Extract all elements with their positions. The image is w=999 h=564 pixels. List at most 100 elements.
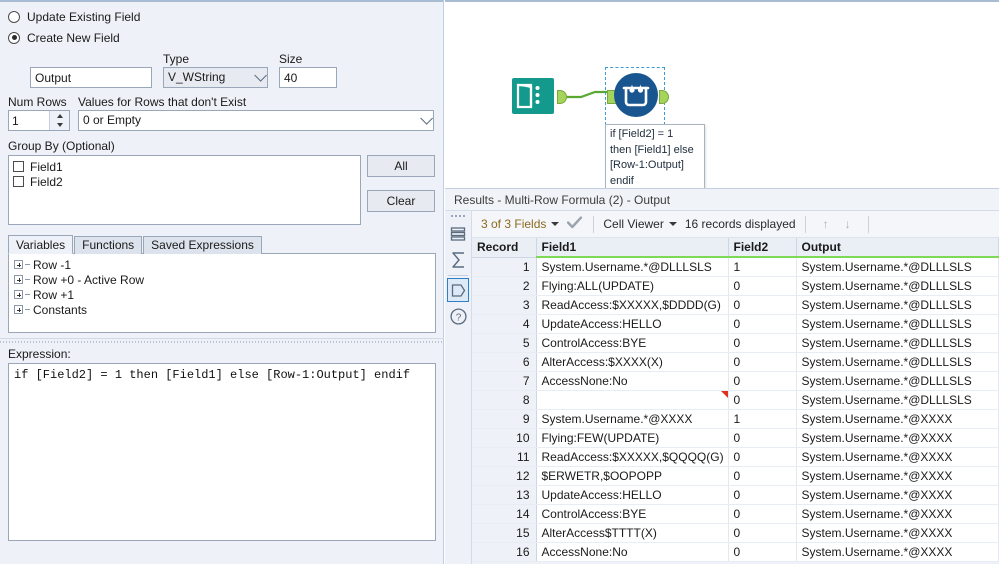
cell-field1[interactable]: UpdateAccess:HELLO [536, 314, 729, 334]
cell-field1[interactable]: ReadAccess:$XXXXX,$QQQQ(G) [536, 447, 729, 467]
tree-item-constants[interactable]: Constants [14, 302, 430, 317]
cell-output[interactable]: System.Username.*@DLLLSLS [796, 314, 999, 334]
table-row[interactable]: 9 System.Username.*@XXXX 1 System.Username.… [472, 409, 999, 429]
table-row[interactable]: 11 ReadAccess:$XXXXX,$QQQQ(G) 0 System.User… [472, 447, 999, 467]
cell-field2[interactable]: 0 [728, 466, 797, 486]
text-input-node[interactable] [511, 74, 555, 121]
tree-item-row-0-active[interactable]: Row +0 - Active Row [14, 272, 430, 287]
help-icon[interactable]: ? [447, 304, 469, 328]
cell-field1[interactable]: $ERWETR,$OOPOPP [536, 466, 729, 486]
cell-field2[interactable]: 1 [728, 257, 797, 277]
cell-field2[interactable]: 0 [728, 447, 797, 467]
num-rows-stepper[interactable] [8, 110, 70, 131]
table-row[interactable]: 4 UpdateAccess:HELLO 0 System.Username.*@DL… [472, 314, 999, 334]
cell-field1[interactable]: Flying:FEW(UPDATE) [536, 428, 729, 448]
group-by-item-field2[interactable]: Field2 [13, 174, 356, 189]
cell-field1[interactable]: System.Username.*@DLLLSLS [536, 257, 729, 277]
cell-field2[interactable]: 0 [728, 523, 797, 543]
cell-field1[interactable]: ControlAccess:BYE [536, 333, 729, 353]
cell-output[interactable]: System.Username.*@DLLLSLS [796, 295, 999, 315]
num-rows-decrement[interactable] [50, 121, 69, 131]
cell-field2[interactable]: 1 [728, 409, 797, 429]
cell-field2[interactable]: 0 [728, 485, 797, 505]
table-row[interactable]: 7 AccessNone:No 0 System.Username.*@DLLLSLS [472, 371, 999, 391]
results-table[interactable]: Record Field1 Field2 Output 1 System.User… [472, 238, 999, 562]
panel-splitter[interactable] [0, 338, 444, 343]
cell-field2[interactable]: 0 [728, 428, 797, 448]
table-row[interactable]: 5 ControlAccess:BYE 0 System.Username.*@DLL… [472, 333, 999, 353]
num-rows-increment[interactable] [50, 111, 69, 121]
data-pentagon-icon[interactable] [447, 278, 469, 302]
cell-output[interactable]: System.Username.*@XXXX [796, 466, 999, 486]
cell-output[interactable]: System.Username.*@XXXX [796, 428, 999, 448]
table-row[interactable]: 15 AlterAccess$TTTT(X) 0 System.Username.*@… [472, 523, 999, 543]
table-row[interactable]: 1 System.Username.*@DLLLSLS 1 System.Userna… [472, 257, 999, 277]
group-by-item-field1[interactable]: Field1 [13, 159, 356, 174]
table-row[interactable]: 8 0 System.Username.*@DLLLSLS [472, 390, 999, 410]
radio-create-new-field[interactable]: Create New Field [8, 27, 435, 48]
workflow-canvas[interactable]: if [Field2] = 1 then [Field1] else [Row-… [445, 0, 999, 190]
sigma-sum-icon[interactable] [447, 248, 469, 272]
tab-variables[interactable]: Variables [8, 235, 74, 254]
new-field-name-input[interactable] [30, 67, 152, 88]
fields-count-label[interactable]: 3 of 3 Fields [481, 217, 546, 231]
cell-output[interactable]: System.Username.*@XXXX [796, 523, 999, 543]
table-row[interactable]: 2 Flying:ALL(UPDATE) 0 System.Username.*@DL… [472, 276, 999, 296]
fields-dropdown-caret-icon[interactable] [551, 222, 560, 226]
cell-viewer-label[interactable]: Cell Viewer [603, 217, 663, 231]
cell-field2[interactable]: 0 [728, 295, 797, 315]
radio-update-existing-field[interactable]: Update Existing Field [8, 6, 435, 27]
table-row[interactable]: 14 ControlAccess:BYE 0 System.Username.*@XX… [472, 504, 999, 524]
radio-create-new-field-dot[interactable] [8, 31, 20, 44]
num-rows-input[interactable] [9, 111, 49, 130]
column-header-output[interactable]: Output [796, 238, 999, 258]
values-missing-rows-dropdown[interactable]: 0 or Empty [78, 110, 434, 131]
column-header-field2[interactable]: Field2 [728, 238, 797, 258]
cell-field2[interactable]: 0 [728, 371, 797, 391]
cell-field1[interactable]: AlterAccess$TTTT(X) [536, 523, 729, 543]
tab-functions[interactable]: Functions [74, 236, 143, 254]
table-row[interactable]: 16 AccessNone:No 0 System.Username.*@XXXX [472, 542, 999, 562]
cell-viewer-caret-icon[interactable] [668, 222, 677, 226]
cell-field2[interactable]: 0 [728, 352, 797, 372]
scroll-up-arrow-icon[interactable]: ↑ [815, 217, 837, 231]
cell-output[interactable]: System.Username.*@XXXX [796, 485, 999, 505]
tree-item-row-minus-1[interactable]: Row -1 [14, 257, 430, 272]
cell-field1[interactable]: ReadAccess:$XXXXX,$DDDD(G) [536, 295, 729, 315]
cell-output[interactable]: System.Username.*@DLLLSLS [796, 333, 999, 353]
checkbox-field2[interactable] [13, 176, 24, 187]
cell-field1[interactable]: System.Username.*@XXXX [536, 409, 729, 429]
expand-plus-icon[interactable] [14, 305, 23, 314]
scroll-down-arrow-icon[interactable]: ↓ [837, 217, 859, 231]
cell-field1[interactable] [536, 390, 729, 410]
table-row[interactable]: 3 ReadAccess:$XXXXX,$DDDD(G) 0 System.Usern… [472, 295, 999, 315]
cell-field1[interactable]: AlterAccess:$XXXX(X) [536, 352, 729, 372]
cell-field2[interactable]: 0 [728, 333, 797, 353]
field-size-input[interactable] [279, 67, 337, 88]
cell-field2[interactable]: 0 [728, 276, 797, 296]
cell-field1[interactable]: AccessNone:No [536, 542, 729, 562]
expand-plus-icon[interactable] [14, 275, 23, 284]
check-icon[interactable] [567, 216, 583, 232]
cell-output[interactable]: System.Username.*@DLLLSLS [796, 257, 999, 277]
records-list-icon[interactable] [447, 222, 469, 246]
expression-editor[interactable]: if [Field2] = 1 then [Field1] else [Row-… [8, 363, 436, 541]
cell-output[interactable]: System.Username.*@DLLLSLS [796, 352, 999, 372]
radio-update-existing-field-dot[interactable] [8, 10, 20, 23]
cell-field2[interactable]: 0 [728, 542, 797, 562]
cell-output[interactable]: System.Username.*@XXXX [796, 447, 999, 467]
column-header-record[interactable]: Record [472, 238, 537, 258]
cell-field2[interactable]: 0 [728, 504, 797, 524]
select-all-button[interactable]: All [367, 155, 435, 177]
cell-field1[interactable]: AccessNone:No [536, 371, 729, 391]
cell-field2[interactable]: 0 [728, 314, 797, 334]
tab-saved-expressions[interactable]: Saved Expressions [143, 236, 262, 254]
cell-field1[interactable]: Flying:ALL(UPDATE) [536, 276, 729, 296]
cell-output[interactable]: System.Username.*@DLLLSLS [796, 276, 999, 296]
table-row[interactable]: 10 Flying:FEW(UPDATE) 0 System.Username.*@X… [472, 428, 999, 448]
cell-output[interactable]: System.Username.*@DLLLSLS [796, 371, 999, 391]
multi-row-formula-output-port[interactable] [659, 90, 669, 104]
expand-plus-icon[interactable] [14, 260, 23, 269]
tree-item-row-plus-1[interactable]: Row +1 [14, 287, 430, 302]
cell-field1[interactable]: ControlAccess:BYE [536, 504, 729, 524]
